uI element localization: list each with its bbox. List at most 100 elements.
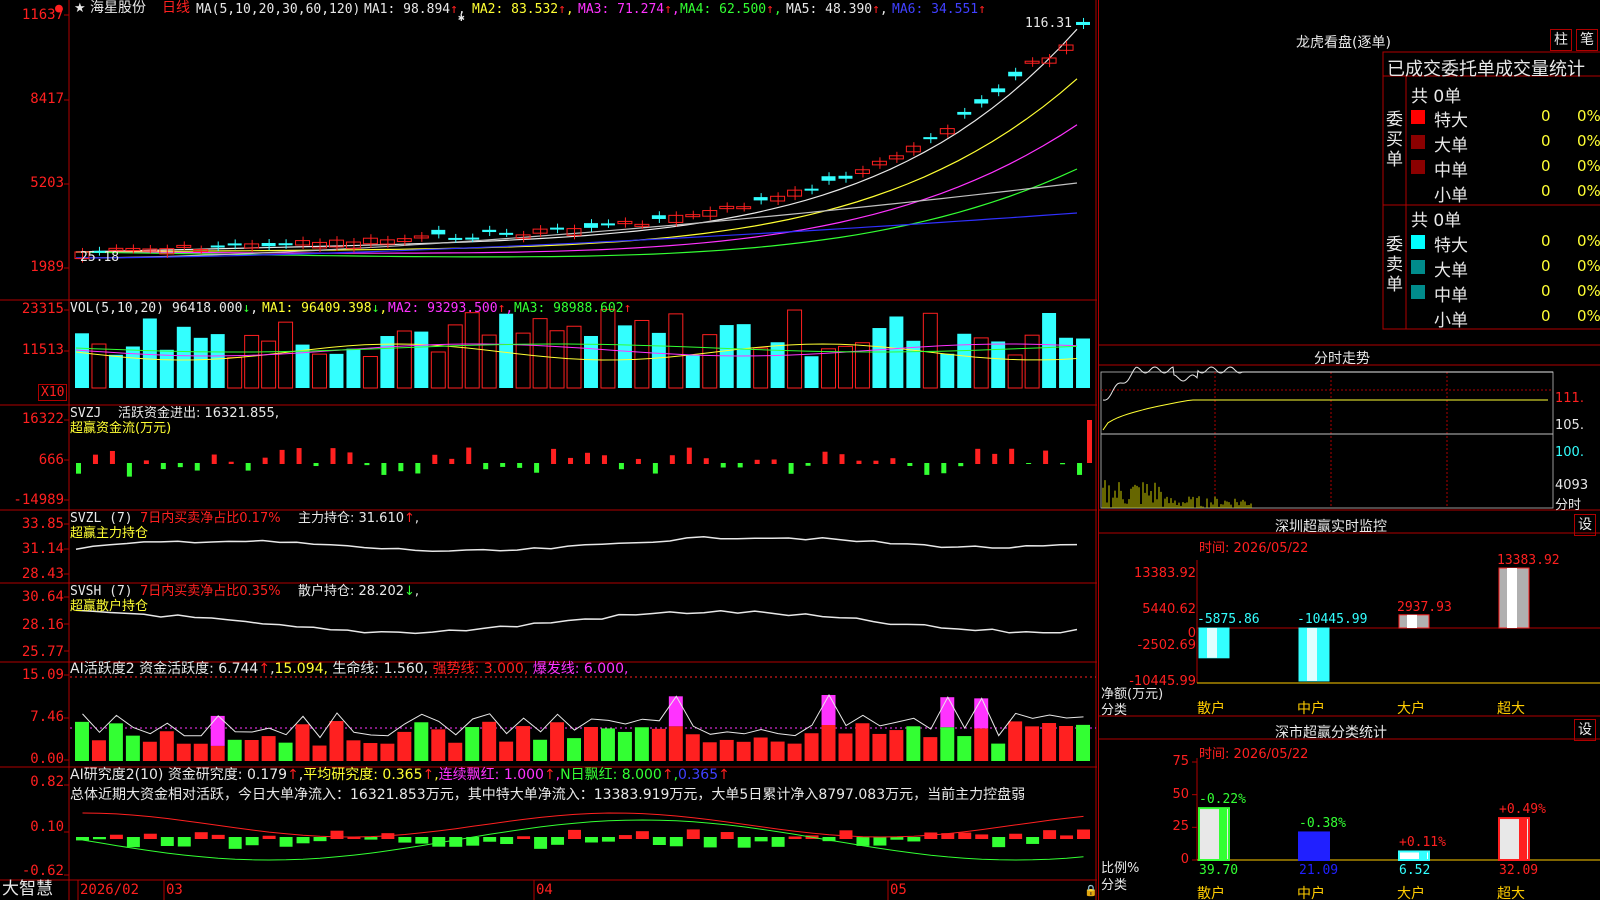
candle-body	[176, 244, 192, 248]
volume-bar	[787, 309, 803, 389]
activity-bar	[193, 743, 208, 761]
volume-bar	[753, 347, 769, 389]
fund-flow-bar	[534, 463, 540, 473]
candle-body	[431, 229, 446, 235]
activity-bar	[804, 733, 819, 761]
volume-bar	[770, 342, 785, 388]
sell-row-percent: 0%	[1577, 232, 1600, 250]
vol-ma1: MA1: 96409.398↓,	[262, 301, 388, 316]
bar-mode-button[interactable]: 柱	[1550, 29, 1572, 51]
sell-color-swatch	[1411, 285, 1425, 299]
activity-bar	[363, 743, 378, 761]
volume-bar	[278, 321, 294, 389]
activity-bar	[787, 743, 802, 761]
fund-flow-bar	[788, 463, 794, 474]
lock-icon[interactable]: 🔒	[1084, 883, 1098, 898]
volume-bar	[142, 318, 157, 388]
volume-bar	[464, 312, 480, 389]
research-bar	[262, 835, 276, 839]
stock-name[interactable]: 海星股份	[90, 1, 146, 16]
buy-total: 共 0单	[1411, 87, 1462, 107]
volume-bar	[566, 325, 582, 389]
research-bar	[568, 829, 581, 839]
volume-bar	[515, 332, 531, 389]
volume-bar	[922, 312, 938, 389]
volume-bar	[193, 337, 208, 388]
candle-body	[550, 227, 565, 230]
activity-bar	[414, 722, 429, 761]
activity-bar	[499, 741, 514, 761]
volume-bar	[108, 354, 123, 388]
volume-bar	[227, 357, 243, 389]
activity-bar	[957, 736, 972, 761]
fund-flow-bar	[907, 463, 913, 466]
volume-bar	[719, 325, 734, 388]
fund-flow-bar	[330, 448, 336, 464]
y-tick-ai-active: 15.09	[21, 667, 64, 683]
sh-change-label: +0.11%	[1399, 835, 1446, 851]
kline-chart-canvas[interactable]	[0, 0, 1097, 900]
sh-bar-edge	[1519, 818, 1527, 860]
activity-bar	[974, 698, 989, 729]
volume-bar	[991, 341, 1006, 388]
activity-bar	[278, 742, 293, 761]
volume-bar	[872, 328, 887, 388]
activity-bar	[634, 727, 649, 761]
research-bar	[788, 836, 802, 839]
candle-body	[651, 215, 666, 219]
activity-bar	[550, 722, 565, 761]
chart-area[interactable]: ● ★ 海星股份 日线 MA(5,10,20,30,60,120) MA1: 9…	[0, 0, 1098, 900]
fund-flow-bar	[313, 463, 319, 467]
activity-bar	[685, 734, 700, 761]
vol-ma2: MA2: 93293.500↑,	[388, 301, 514, 316]
sh-y-tick: 0	[1180, 852, 1189, 867]
volume-bar	[549, 330, 565, 389]
activity-bar	[923, 737, 938, 761]
sz-category-label: 散户	[1197, 701, 1225, 717]
research-bar	[618, 835, 632, 839]
star-icon[interactable]: ★	[74, 1, 86, 16]
sh-settings-button[interactable]: 设	[1574, 719, 1596, 741]
fund-flow-bar	[618, 463, 624, 470]
fund-flow-bar	[551, 448, 557, 464]
research-bar	[720, 832, 734, 839]
activity-bar	[176, 743, 191, 761]
research-bar	[737, 837, 751, 848]
y-tick-ai-active: 7.46	[30, 709, 64, 725]
sh-bar-edge	[1419, 851, 1427, 860]
research-bar	[992, 837, 1006, 848]
fund-flow-bar	[805, 463, 811, 466]
buy-color-swatch	[1411, 135, 1425, 149]
fund-flow-bar	[177, 463, 183, 468]
sell-row-count: 0	[1541, 232, 1551, 250]
activity-bar	[533, 739, 548, 761]
volume-bar	[329, 353, 344, 388]
sh-value-label: 6.52	[1399, 863, 1431, 878]
ma3-value: MA3: 71.274↑,	[578, 2, 680, 17]
activity-bar	[889, 730, 904, 761]
sh-category-label: 散户	[1197, 886, 1225, 900]
research-bar	[364, 837, 378, 840]
candle-body	[753, 197, 768, 201]
ma4-value: MA4: 62.500↑,	[680, 2, 782, 17]
date-tick: 04	[536, 882, 553, 898]
volume-bar	[651, 332, 666, 388]
volume-bar	[1042, 312, 1057, 388]
candle-body	[465, 237, 480, 240]
y-tick-svzl: 33.85	[21, 516, 64, 532]
candle-body	[278, 243, 293, 246]
candle-body	[1008, 71, 1023, 77]
research-bar	[585, 837, 598, 843]
activity-bar	[1042, 723, 1057, 761]
research-bar	[330, 830, 344, 839]
tick-mode-button[interactable]: 笔	[1576, 29, 1598, 51]
volume-bar	[481, 334, 497, 389]
sz-bar-highlight	[1307, 628, 1317, 681]
ma-definition: MA(5,10,20,30,60,120)	[196, 2, 361, 17]
sz-settings-button[interactable]: 设	[1574, 514, 1596, 536]
sh-y-tick: 75	[1172, 754, 1189, 769]
period-label[interactable]: 日线	[162, 1, 190, 16]
fund-flow-bar	[449, 458, 455, 464]
sz-y-tick: -2502.69	[1137, 638, 1196, 653]
candle-body	[821, 176, 836, 181]
